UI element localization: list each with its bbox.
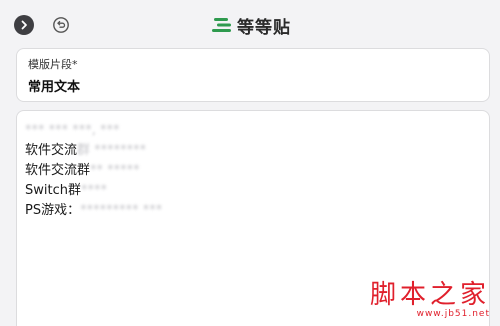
template-field-value[interactable]: 常用文本 (28, 76, 80, 95)
redacted-text: ** ***** (90, 163, 140, 178)
top-bar: 等等贴 (0, 0, 500, 46)
chevron-right-icon (21, 20, 27, 30)
watermark: 脚本之家 www.jb51.net (370, 281, 490, 320)
content-line-label: 软件交流 (25, 143, 78, 158)
undo-icon (53, 17, 69, 33)
redacted-text: 群 ******** (77, 143, 147, 158)
content-line-label: 软件交流群 (25, 163, 91, 178)
template-field-label: 模版片段* (28, 58, 78, 71)
back-button[interactable] (14, 15, 34, 35)
content-line: PS游戏：********* *** (25, 201, 162, 221)
content-lines: *** *** ***, *** 软件交流群 ******** 软件交流群** … (25, 121, 162, 221)
brand-name: 等等贴 (237, 17, 291, 38)
content-line: 软件交流群 ******** (25, 141, 162, 161)
app-window: 等等贴 模版片段* 常用文本 *** *** ***, *** 软件交流群 **… (0, 0, 500, 326)
brand: 等等贴 (211, 13, 291, 38)
content-line-label: Switch群 (25, 183, 81, 198)
template-field[interactable]: 模版片段* 常用文本 (16, 48, 490, 102)
redacted-text: **** (80, 183, 107, 198)
redacted-text: ********* *** (80, 203, 163, 218)
content-line: Switch群**** (25, 181, 162, 201)
menu-lines-icon (212, 18, 231, 32)
watermark-title: 脚本之家 (369, 280, 490, 310)
content-line: 软件交流群** ***** (25, 161, 162, 181)
redacted-text: *** *** ***, *** (25, 123, 120, 138)
watermark-url: www.jb51.net (416, 309, 490, 319)
undo-button[interactable] (50, 14, 72, 36)
content-line-label: PS游戏： (25, 203, 81, 218)
content-line: *** *** ***, *** (25, 121, 162, 141)
